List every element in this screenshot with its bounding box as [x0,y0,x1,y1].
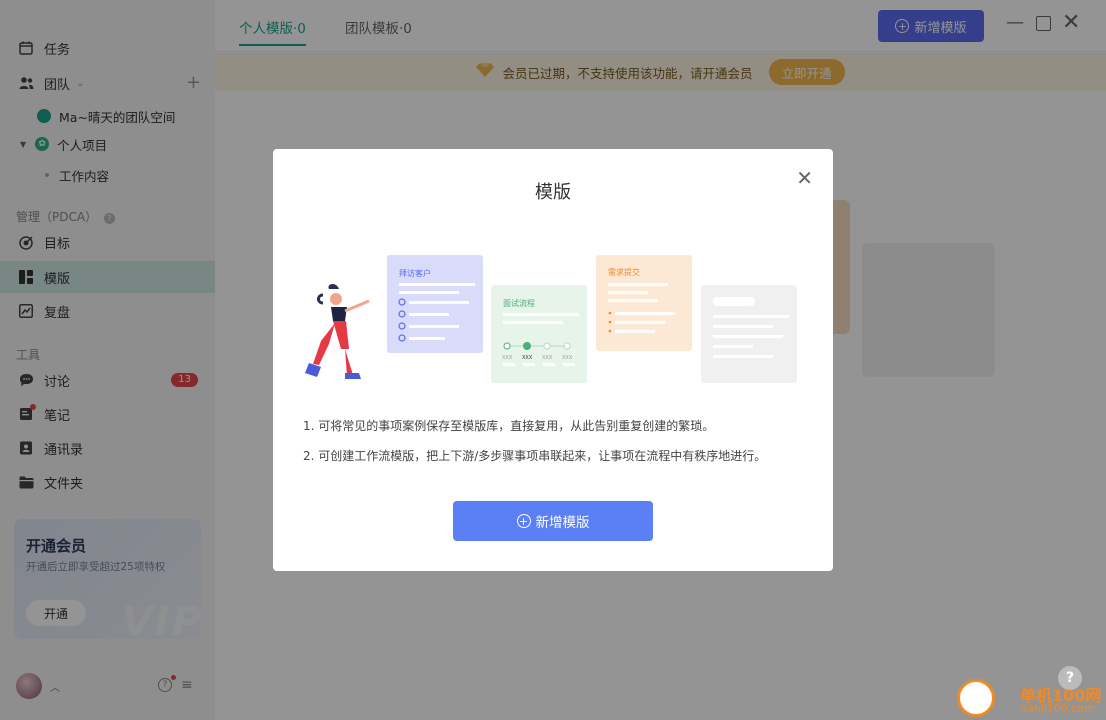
site-logo [957,679,995,717]
step-label: XXX [502,355,513,361]
modal-add-template-button[interactable]: + 新增模版 [453,501,653,541]
modal-title: 模版 [535,182,571,203]
step-label: XXX [522,355,533,361]
modal-description-2: 2. 可创建工作流模版，把上下游/多步骤事项串联起来，让事项在流程中有秩序地进行… [303,449,767,463]
person-illustration [305,284,370,379]
watermark-line-2: danji100.com [1020,702,1095,715]
template-modal: 模版 ✕ 拜访客户 面试流程 XXX XXX XXX XXX 需求提交 1. 可… [273,149,833,571]
step-label: XXX [562,355,573,361]
template-illustration: 拜访客户 面试流程 XXX XXX XXX XXX 需求提交 [305,255,797,383]
card1-title: 拜访客户 [399,268,431,278]
close-icon[interactable]: ✕ [796,166,813,190]
modal-description-1: 1. 可将常见的事项案例保存至模版库，直接复用，从此告别重复创建的繁琐。 [303,419,715,433]
step-label: XXX [542,355,553,361]
button-label: 新增模版 [535,515,590,531]
card3-title: 需求提交 [608,267,640,277]
plus-circle-icon: + [516,514,531,528]
card2-title: 面试流程 [503,298,535,308]
